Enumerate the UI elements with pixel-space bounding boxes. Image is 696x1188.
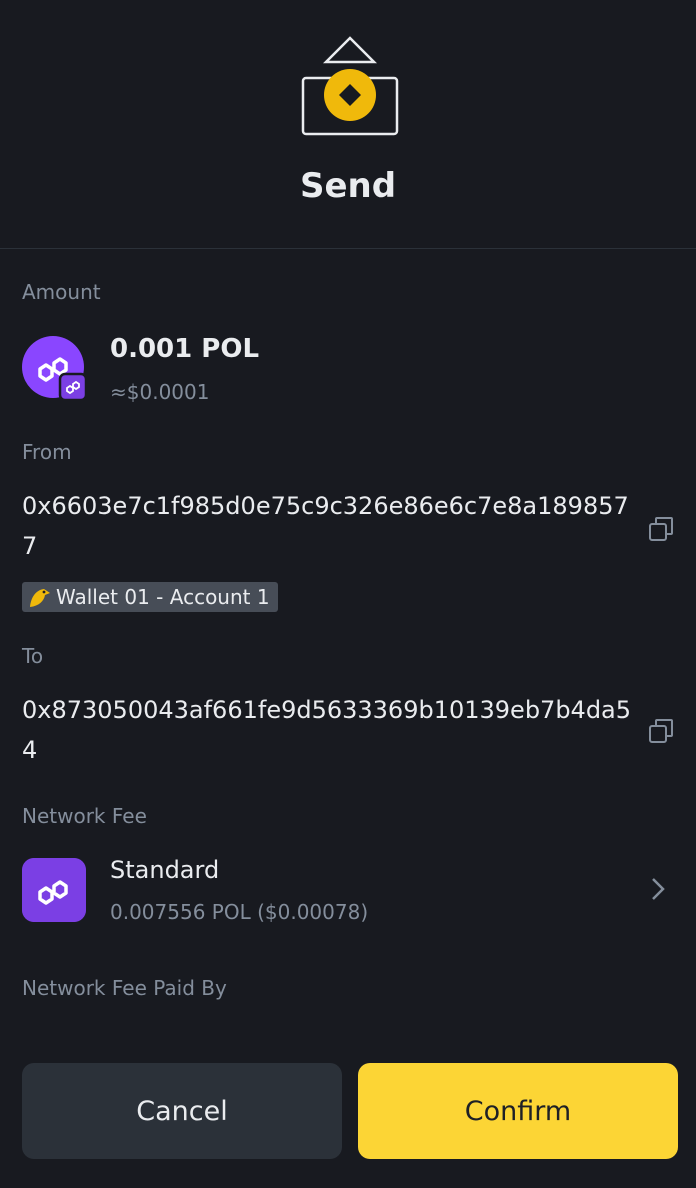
amount-label: Amount xyxy=(22,280,101,304)
copy-icon[interactable] xyxy=(646,716,676,746)
amount-value: 0.001 POL xyxy=(110,334,260,364)
wallet-avatar-icon xyxy=(30,589,50,607)
network-fee-detail: 0.007556 POL ($0.00078) xyxy=(110,900,369,924)
chevron-right-icon[interactable] xyxy=(646,874,670,904)
cancel-button[interactable]: Cancel xyxy=(22,1063,342,1159)
to-address: 0x873050043af661fe9d5633369b10139eb7b4da… xyxy=(22,696,632,764)
from-address: 0x6603e7c1f985d0e75c9c326e86e6c7e8a18985… xyxy=(22,492,629,560)
confirm-button[interactable]: Confirm xyxy=(358,1063,678,1159)
network-fee-level[interactable]: Standard xyxy=(110,856,219,884)
to-label: To xyxy=(22,644,44,668)
page-title: Send xyxy=(299,166,397,206)
copy-icon[interactable] xyxy=(646,514,676,544)
fee-paid-by-label: Network Fee Paid By xyxy=(22,976,227,1000)
wallet-tag-label: Wallet 01 - Account 1 xyxy=(56,585,270,609)
send-icon xyxy=(301,36,399,136)
wallet-tag: Wallet 01 - Account 1 xyxy=(22,582,278,612)
header: Send xyxy=(0,0,696,249)
polygon-token-icon xyxy=(22,336,88,402)
amount-fiat: ≈$0.0001 xyxy=(110,380,210,404)
from-label: From xyxy=(22,440,72,464)
network-fee-label: Network Fee xyxy=(22,804,147,828)
polygon-network-icon[interactable] xyxy=(22,858,86,922)
